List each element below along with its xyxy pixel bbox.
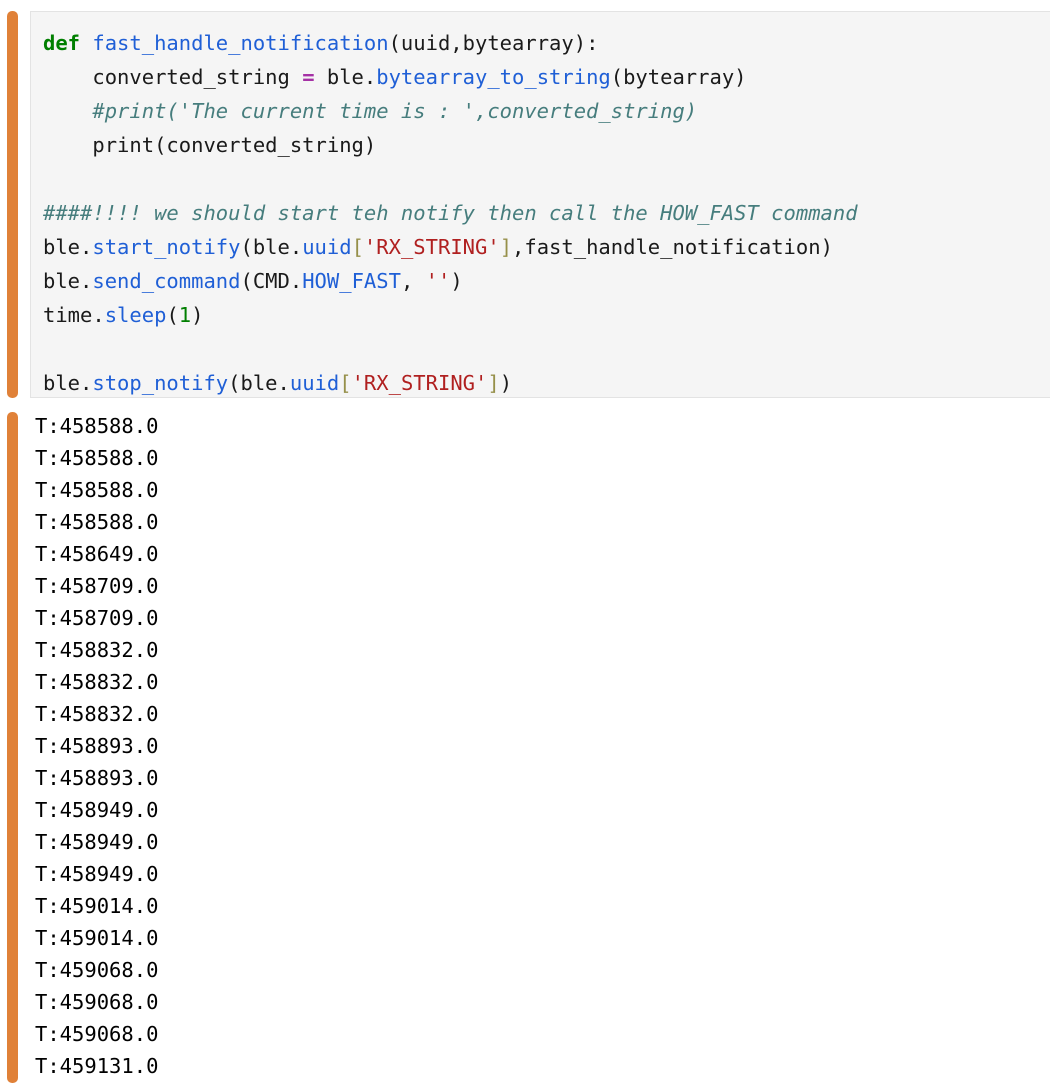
code-line: converted_string = ble.bytearray_to_stri… (43, 60, 1050, 94)
code-token: ) (191, 303, 204, 327)
output-line: T:458588.0 (35, 414, 159, 438)
code-token: ( (166, 303, 179, 327)
code-token: start_notify (92, 235, 241, 259)
output-line: T:458832.0 (35, 670, 159, 694)
output-line: T:458709.0 (35, 606, 159, 630)
code-token: [ (351, 235, 364, 259)
code-line: #print('The current time is : ',converte… (43, 94, 1050, 128)
code-token: uuid (302, 235, 352, 259)
output-line: T:459131.0 (35, 1054, 159, 1078)
code-token: ####!!!! we should start teh notify then… (43, 201, 858, 225)
output-line: T:458588.0 (35, 478, 159, 502)
code-token: ble. (43, 235, 93, 259)
code-token: ble. (43, 371, 93, 395)
output-line: T:458893.0 (35, 766, 159, 790)
code-token: bytearray_to_string (376, 65, 611, 89)
output-line: T:459014.0 (35, 926, 159, 950)
code-line: def fast_handle_notification(uuid,bytear… (43, 26, 1050, 60)
code-token: #print('The current time is : ',converte… (43, 99, 698, 123)
output-line: T:458949.0 (35, 798, 159, 822)
output-line: T:458588.0 (35, 446, 159, 470)
code-token: ble. (314, 65, 377, 89)
output-line: T:458649.0 (35, 542, 159, 566)
code-token: (uuid,bytearray): (388, 31, 599, 55)
code-token: 'RX_STRING' (363, 235, 500, 259)
code-token: (bytearray) (610, 65, 747, 89)
code-token: , (400, 269, 426, 293)
code-token: send_command (92, 269, 241, 293)
code-line: print(converted_string) (43, 128, 1050, 162)
output-line: T:458949.0 (35, 830, 159, 854)
output-line: T:458832.0 (35, 638, 159, 662)
code-token: ble. (43, 269, 93, 293)
code-token: ,fast_handle_notification) (512, 235, 833, 259)
code-line: ####!!!! we should start teh notify then… (43, 196, 1050, 230)
code-token: converted_string (43, 65, 303, 89)
code-line: time.sleep(1) (43, 298, 1050, 332)
code-line: ble.send_command(CMD.HOW_FAST, '') (43, 264, 1050, 298)
code-token: [ (339, 371, 352, 395)
code-token: uuid (289, 371, 340, 395)
code-token: ) (450, 269, 463, 293)
code-token: HOW_FAST (302, 269, 401, 293)
code-token: ] (487, 371, 500, 395)
stdout-stream: T:458588.0 T:458588.0 T:458588.0 T:458588.0… (30, 410, 1050, 1082)
code-token: stop_notify (92, 371, 229, 395)
output-line: T:459068.0 (35, 958, 159, 982)
code-cell-editor[interactable]: def fast_handle_notification(uuid,bytear… (30, 11, 1050, 398)
code-token: (ble. (240, 235, 303, 259)
output-line: T:458949.0 (35, 862, 159, 886)
output-line: T:458588.0 (35, 510, 159, 534)
code-token: fast_handle_notification (92, 31, 389, 55)
code-token: def (43, 31, 81, 55)
code-token: print(converted_string) (43, 133, 377, 157)
code-line: ble.stop_notify(ble.uuid['RX_STRING']) (43, 366, 1050, 400)
output-line: T:459014.0 (35, 894, 159, 918)
code-token: '' (425, 269, 451, 293)
code-token: 1 (178, 303, 192, 327)
code-token: (CMD. (240, 269, 303, 293)
code-token: ] (499, 235, 513, 259)
code-line: ble.start_notify(ble.uuid['RX_STRING'],f… (43, 230, 1050, 264)
code-token: time. (43, 303, 105, 327)
output-line: T:458709.0 (35, 574, 159, 598)
output-cell-body: T:458588.0 T:458588.0 T:458588.0 T:458588.0… (30, 410, 1050, 1082)
code-source-text[interactable]: def fast_handle_notification(uuid,bytear… (31, 12, 1050, 400)
output-line: T:458832.0 (35, 702, 159, 726)
code-token: (ble. (228, 371, 290, 395)
output-cell-selection-bar (7, 412, 18, 1083)
output-line: T:459068.0 (35, 990, 159, 1014)
code-token: sleep (104, 303, 167, 327)
code-token: ) (499, 371, 513, 395)
code-cell-selection-bar (7, 11, 18, 398)
output-line: T:458893.0 (35, 734, 159, 758)
code-token: 'RX_STRING' (351, 371, 488, 395)
output-line: T:459068.0 (35, 1022, 159, 1046)
code-token: = (302, 65, 315, 89)
